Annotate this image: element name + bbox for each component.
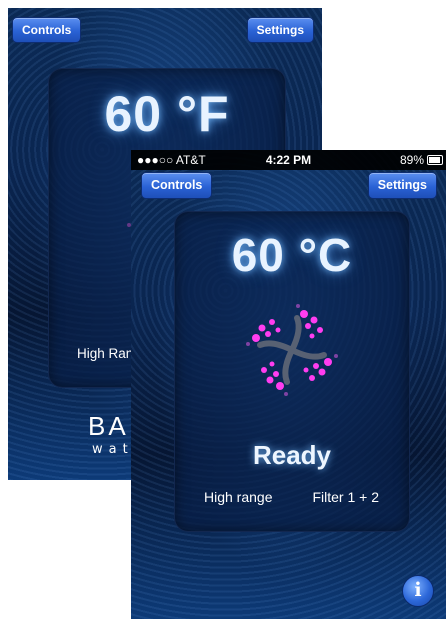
battery-icon (427, 155, 443, 165)
battery-percent: 89% (399, 153, 424, 167)
brand-logo: BA (88, 411, 129, 441)
temperature-display: 60 °F (104, 86, 230, 142)
info-icon[interactable]: i (402, 575, 434, 607)
front-screenshot: ●●●○○ AT&T 4:22 PM 89% Controls Settings… (131, 150, 446, 619)
range-label: High range (204, 489, 273, 505)
spa-jets-icon (246, 304, 338, 396)
filter-label: Filter 1 + 2 (312, 489, 379, 505)
brand-tagline: wat (92, 442, 134, 457)
status-time: 4:22 PM (265, 153, 312, 167)
controls-button[interactable]: Controls (141, 172, 213, 199)
settings-button[interactable]: Settings (367, 172, 437, 199)
controls-button[interactable]: Controls (12, 17, 82, 43)
settings-button[interactable]: Settings (246, 17, 314, 43)
range-label: High Ran (77, 346, 134, 361)
status-bar: ●●●○○ AT&T 4:22 PM 89% (131, 150, 446, 170)
temperature-display: 60 °C (231, 229, 353, 281)
status-text: Ready (252, 440, 332, 470)
status-panel: 60 °C Ready High range Filter 1 + 2 (174, 211, 410, 532)
